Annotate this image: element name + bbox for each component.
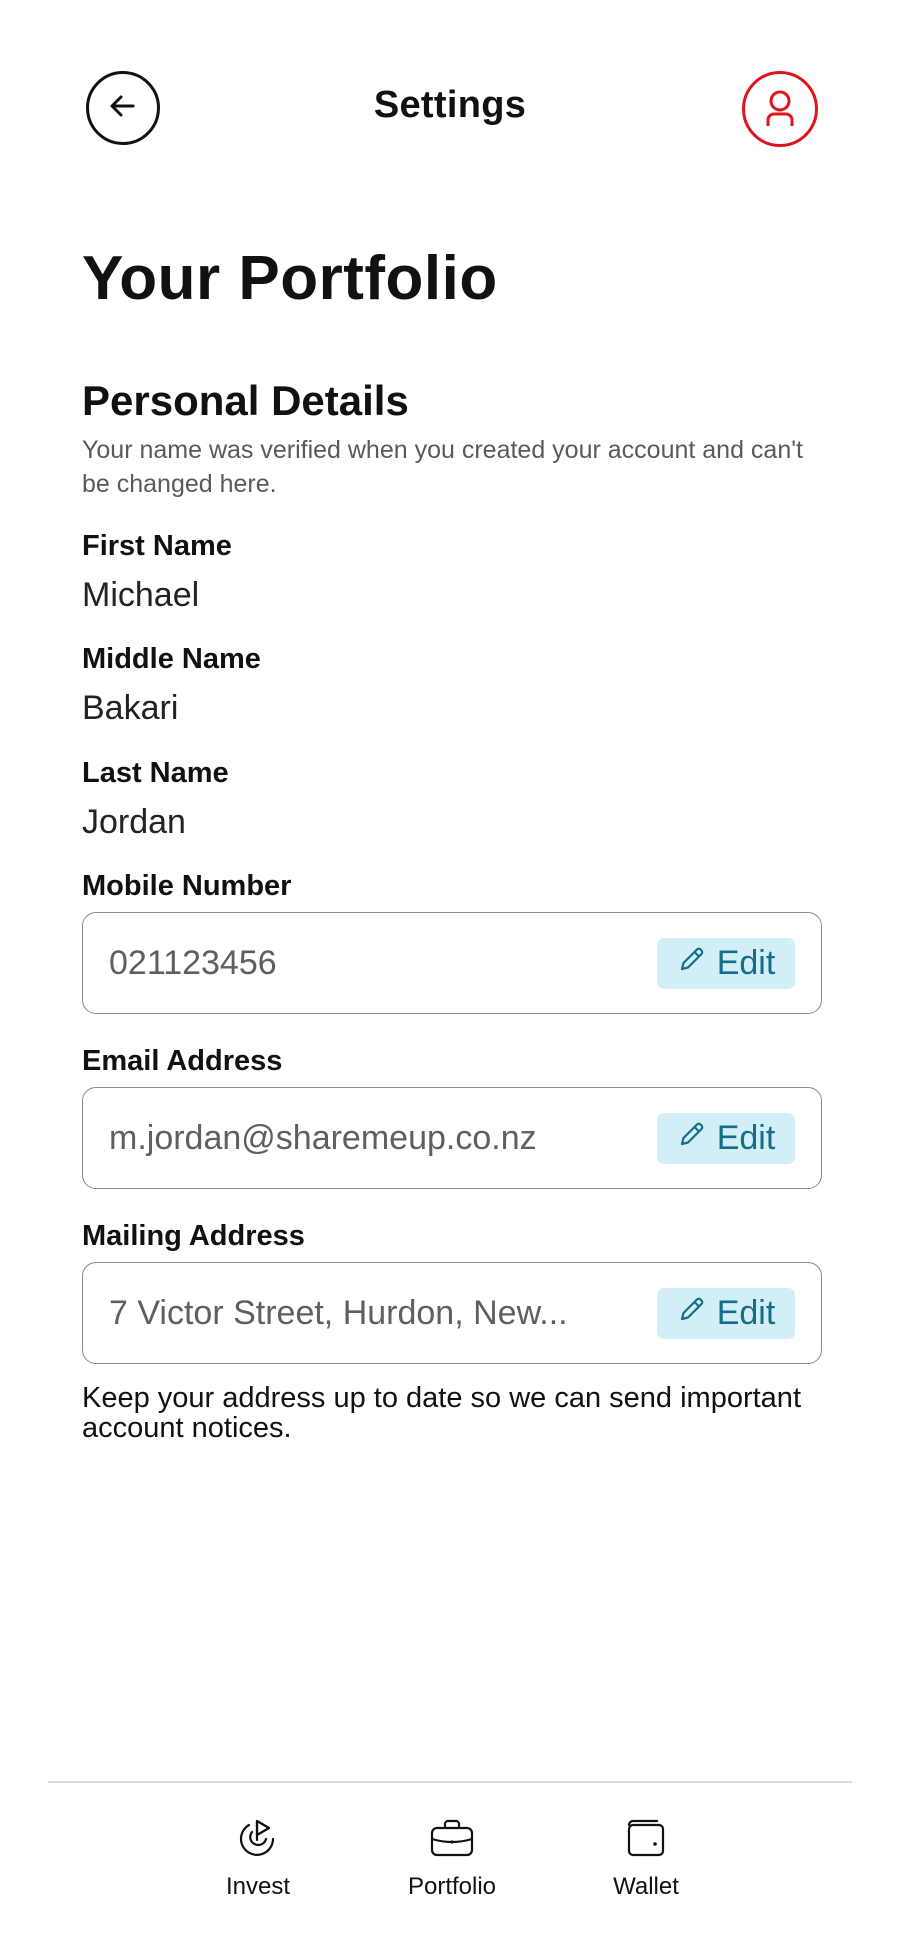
last-name-label: Last Name [82,757,229,789]
mobile-number-field[interactable]: 021123456 Edit [82,912,822,1014]
address-help-text: Keep your address up to date so we can s… [82,1382,801,1444]
section-title: Personal Details [82,377,409,424]
nav-item-portfolio[interactable]: Portfolio [382,1813,522,1901]
first-name-value: Michael [82,576,200,614]
email-address-label: Email Address [82,1045,283,1077]
nav-item-invest[interactable]: Invest [188,1813,328,1901]
edit-mobile-button[interactable]: Edit [657,938,795,989]
mobile-number-value: 021123456 [109,943,277,982]
mailing-address-label: Mailing Address [82,1220,305,1252]
top-bar: Settings [0,0,900,220]
email-address-field[interactable]: m.jordan@sharemeup.co.nz Edit [82,1087,822,1189]
middle-name-label: Middle Name [82,643,261,675]
middle-name-value: Bakari [82,689,179,727]
last-name-value: Jordan [82,803,186,841]
edit-mailing-address-button[interactable]: Edit [657,1288,795,1339]
edit-label: Edit [716,1119,776,1157]
pencil-icon [677,1294,707,1333]
pencil-icon [677,944,707,983]
wallet-icon [621,1813,671,1863]
section-description: Your name was verified when you created … [82,436,803,498]
page-title: Your Portfolio [82,244,498,313]
briefcase-icon [427,1813,477,1863]
pencil-icon [677,1119,707,1158]
edit-email-button[interactable]: Edit [657,1113,795,1164]
profile-button[interactable] [742,71,818,147]
nav-label-invest: Invest [225,1873,291,1900]
edit-label: Edit [716,944,776,982]
invest-icon [233,1813,283,1863]
nav-label-wallet: Wallet [613,1873,679,1900]
mailing-address-value: 7 Victor Street, Hurdon, New... [109,1293,568,1332]
mailing-address-field[interactable]: 7 Victor Street, Hurdon, New... Edit [82,1262,822,1364]
email-address-value: m.jordan@sharemeup.co.nz [109,1118,537,1157]
nav-item-wallet[interactable]: Wallet [576,1813,716,1901]
user-icon [753,80,807,139]
nav-label-portfolio: Portfolio [407,1873,497,1900]
first-name-label: First Name [82,530,232,562]
bottom-nav: Invest Portfolio Wallet [0,1783,900,1951]
edit-label: Edit [716,1294,776,1332]
mobile-number-label: Mobile Number [82,870,292,902]
